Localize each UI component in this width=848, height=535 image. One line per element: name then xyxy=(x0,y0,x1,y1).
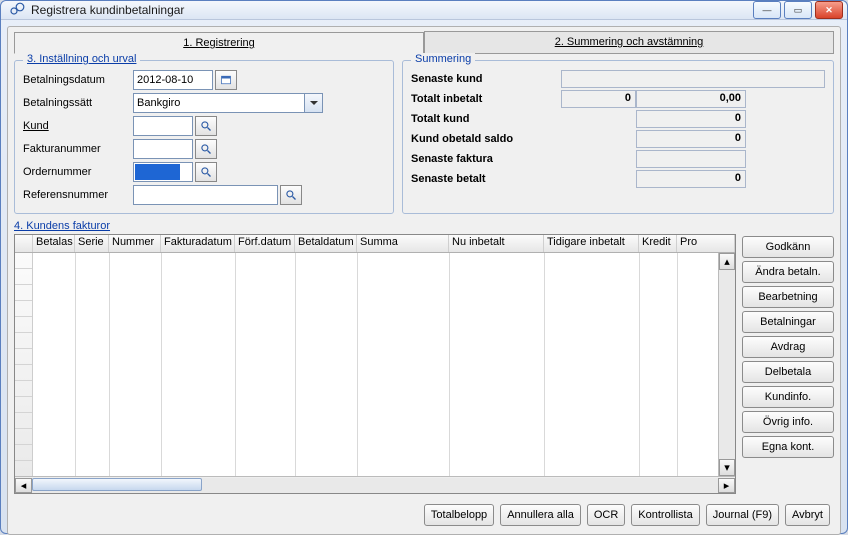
scroll-left-icon[interactable]: ◂ xyxy=(15,478,32,493)
lookup-referens-button[interactable] xyxy=(280,185,302,205)
datepicker-button[interactable] xyxy=(215,70,237,90)
betalningar-button[interactable]: Betalningar xyxy=(742,311,834,333)
col-nu-inbetalt[interactable]: Nu inbetalt xyxy=(449,235,544,252)
ocr-button[interactable]: OCR xyxy=(587,504,625,526)
lookup-kund-button[interactable] xyxy=(195,116,217,136)
value-senaste-kund xyxy=(561,70,825,88)
bearbetning-button[interactable]: Bearbetning xyxy=(742,286,834,308)
combo-betalningssatt[interactable] xyxy=(133,93,323,113)
window-title: Registrera kundinbetalningar xyxy=(31,3,753,17)
annullera-alla-button[interactable]: Annullera alla xyxy=(500,504,581,526)
label-betalningssatt: Betalningssätt xyxy=(23,97,133,109)
scroll-up-icon[interactable]: ▴ xyxy=(719,253,735,270)
bottom-bar: Totalbelopp Annullera alla OCR Kontrolli… xyxy=(14,494,834,528)
scroll-thumb[interactable] xyxy=(32,478,202,491)
col-summa[interactable]: Summa xyxy=(357,235,449,252)
col-pro[interactable]: Pro xyxy=(677,235,735,252)
col-betalas[interactable]: Betalas xyxy=(33,235,75,252)
value-totalt-inbetalt-count: 0 xyxy=(561,90,636,108)
label-referensnummer: Referensnummer xyxy=(23,189,133,201)
input-betalningsdatum[interactable] xyxy=(133,70,213,90)
grid-body[interactable] xyxy=(15,253,718,476)
value-senaste-faktura xyxy=(636,150,746,168)
label-betalningsdatum: Betalningsdatum xyxy=(23,74,133,86)
col-serie[interactable]: Serie xyxy=(75,235,109,252)
tab-registrering[interactable]: 1. Registrering xyxy=(14,32,424,54)
egna-kont-button[interactable]: Egna kont. xyxy=(742,436,834,458)
chevron-down-icon[interactable] xyxy=(305,93,323,113)
input-ordernummer[interactable] xyxy=(133,162,193,182)
label-senaste-betalt: Senaste betalt xyxy=(411,173,561,185)
kontrollista-button[interactable]: Kontrollista xyxy=(631,504,699,526)
search-icon xyxy=(200,120,212,132)
minimize-button[interactable]: — xyxy=(753,1,781,19)
maximize-button[interactable]: ▭ xyxy=(784,1,812,19)
col-fakturadatum[interactable]: Fakturadatum xyxy=(161,235,235,252)
fieldset-summering: Summering Senaste kund Totalt inbetalt 0… xyxy=(402,60,834,214)
label-kund: Kund xyxy=(23,120,133,132)
journal-button[interactable]: Journal (F9) xyxy=(706,504,779,526)
input-referensnummer[interactable] xyxy=(133,185,278,205)
grid-vscroll[interactable]: ▴ ▾ xyxy=(718,253,735,476)
col-betaldatum[interactable]: Betaldatum xyxy=(295,235,357,252)
col-nummer[interactable]: Nummer xyxy=(109,235,161,252)
label-kund-obetald: Kund obetald saldo xyxy=(411,133,561,145)
col-kredit[interactable]: Kredit xyxy=(639,235,677,252)
scroll-right-icon[interactable]: ▸ xyxy=(718,478,735,493)
tab-summering[interactable]: 2. Summering och avstämning xyxy=(424,31,834,53)
grid-header: Betalas Serie Nummer Fakturadatum Förf.d… xyxy=(15,235,735,253)
titlebar: Registrera kundinbetalningar — ▭ ✕ xyxy=(1,1,847,20)
close-button[interactable]: ✕ xyxy=(815,1,843,19)
input-fakturanummer[interactable] xyxy=(133,139,193,159)
app-icon xyxy=(9,2,25,18)
col-forfdatum[interactable]: Förf.datum xyxy=(235,235,295,252)
top-section: 3. Inställning och urval Betalningsdatum… xyxy=(14,58,834,214)
totalbelopp-button[interactable]: Totalbelopp xyxy=(424,504,494,526)
search-icon xyxy=(200,166,212,178)
input-kund[interactable] xyxy=(133,116,193,136)
calendar-icon xyxy=(220,74,232,86)
label-fakturanummer: Fakturanummer xyxy=(23,143,133,155)
value-kund-obetald: 0 xyxy=(636,130,746,148)
ovrig-info-button[interactable]: Övrig info. xyxy=(742,411,834,433)
selection-highlight xyxy=(135,164,180,180)
label-totalt-inbetalt: Totalt inbetalt xyxy=(411,93,561,105)
client-area: 1. Registrering 2. Summering och avstämn… xyxy=(7,26,841,535)
label-ordernummer: Ordernummer xyxy=(23,166,133,178)
grid-hscroll[interactable]: ◂ ▸ xyxy=(15,476,735,493)
side-buttons: Godkänn Ändra betaln. Bearbetning Betaln… xyxy=(742,234,834,494)
label-senaste-kund: Senaste kund xyxy=(411,73,561,85)
avdrag-button[interactable]: Avdrag xyxy=(742,336,834,358)
label-totalt-kund: Totalt kund xyxy=(411,113,561,125)
invoice-grid[interactable]: Betalas Serie Nummer Fakturadatum Förf.d… xyxy=(14,234,736,494)
value-totalt-inbetalt-amount: 0,00 xyxy=(636,90,746,108)
lookup-order-button[interactable] xyxy=(195,162,217,182)
value-totalt-kund: 0 xyxy=(636,110,746,128)
app-window: Registrera kundinbetalningar — ▭ ✕ 1. Re… xyxy=(0,0,848,534)
godkann-button[interactable]: Godkänn xyxy=(742,236,834,258)
grid-area: Betalas Serie Nummer Fakturadatum Förf.d… xyxy=(14,234,834,494)
lookup-faktura-button[interactable] xyxy=(195,139,217,159)
scroll-down-icon[interactable]: ▾ xyxy=(719,459,735,476)
col-rownum xyxy=(15,235,33,252)
label-senaste-faktura: Senaste faktura xyxy=(411,153,561,165)
legend-summering: Summering xyxy=(411,53,475,65)
legend-installning: 3. Inställning och urval xyxy=(23,53,140,65)
legend-kundens-fakturor: 4. Kundens fakturor xyxy=(14,220,834,232)
row-headers xyxy=(15,253,33,476)
kundinfo-button[interactable]: Kundinfo. xyxy=(742,386,834,408)
avbryt-button[interactable]: Avbryt xyxy=(785,504,830,526)
search-icon xyxy=(200,143,212,155)
andra-betaln-button[interactable]: Ändra betaln. xyxy=(742,261,834,283)
col-tidigare-inbetalt[interactable]: Tidigare inbetalt xyxy=(544,235,639,252)
search-icon xyxy=(285,189,297,201)
tab-summering-label: 2. Summering och avstämning xyxy=(555,36,704,48)
fieldset-installning: 3. Inställning och urval Betalningsdatum… xyxy=(14,60,394,214)
value-senaste-betalt: 0 xyxy=(636,170,746,188)
tab-registrering-label: 1. Registrering xyxy=(183,37,255,49)
delbetala-button[interactable]: Delbetala xyxy=(742,361,834,383)
input-betalningssatt[interactable] xyxy=(133,93,305,113)
tabs: 1. Registrering 2. Summering och avstämn… xyxy=(14,31,834,54)
